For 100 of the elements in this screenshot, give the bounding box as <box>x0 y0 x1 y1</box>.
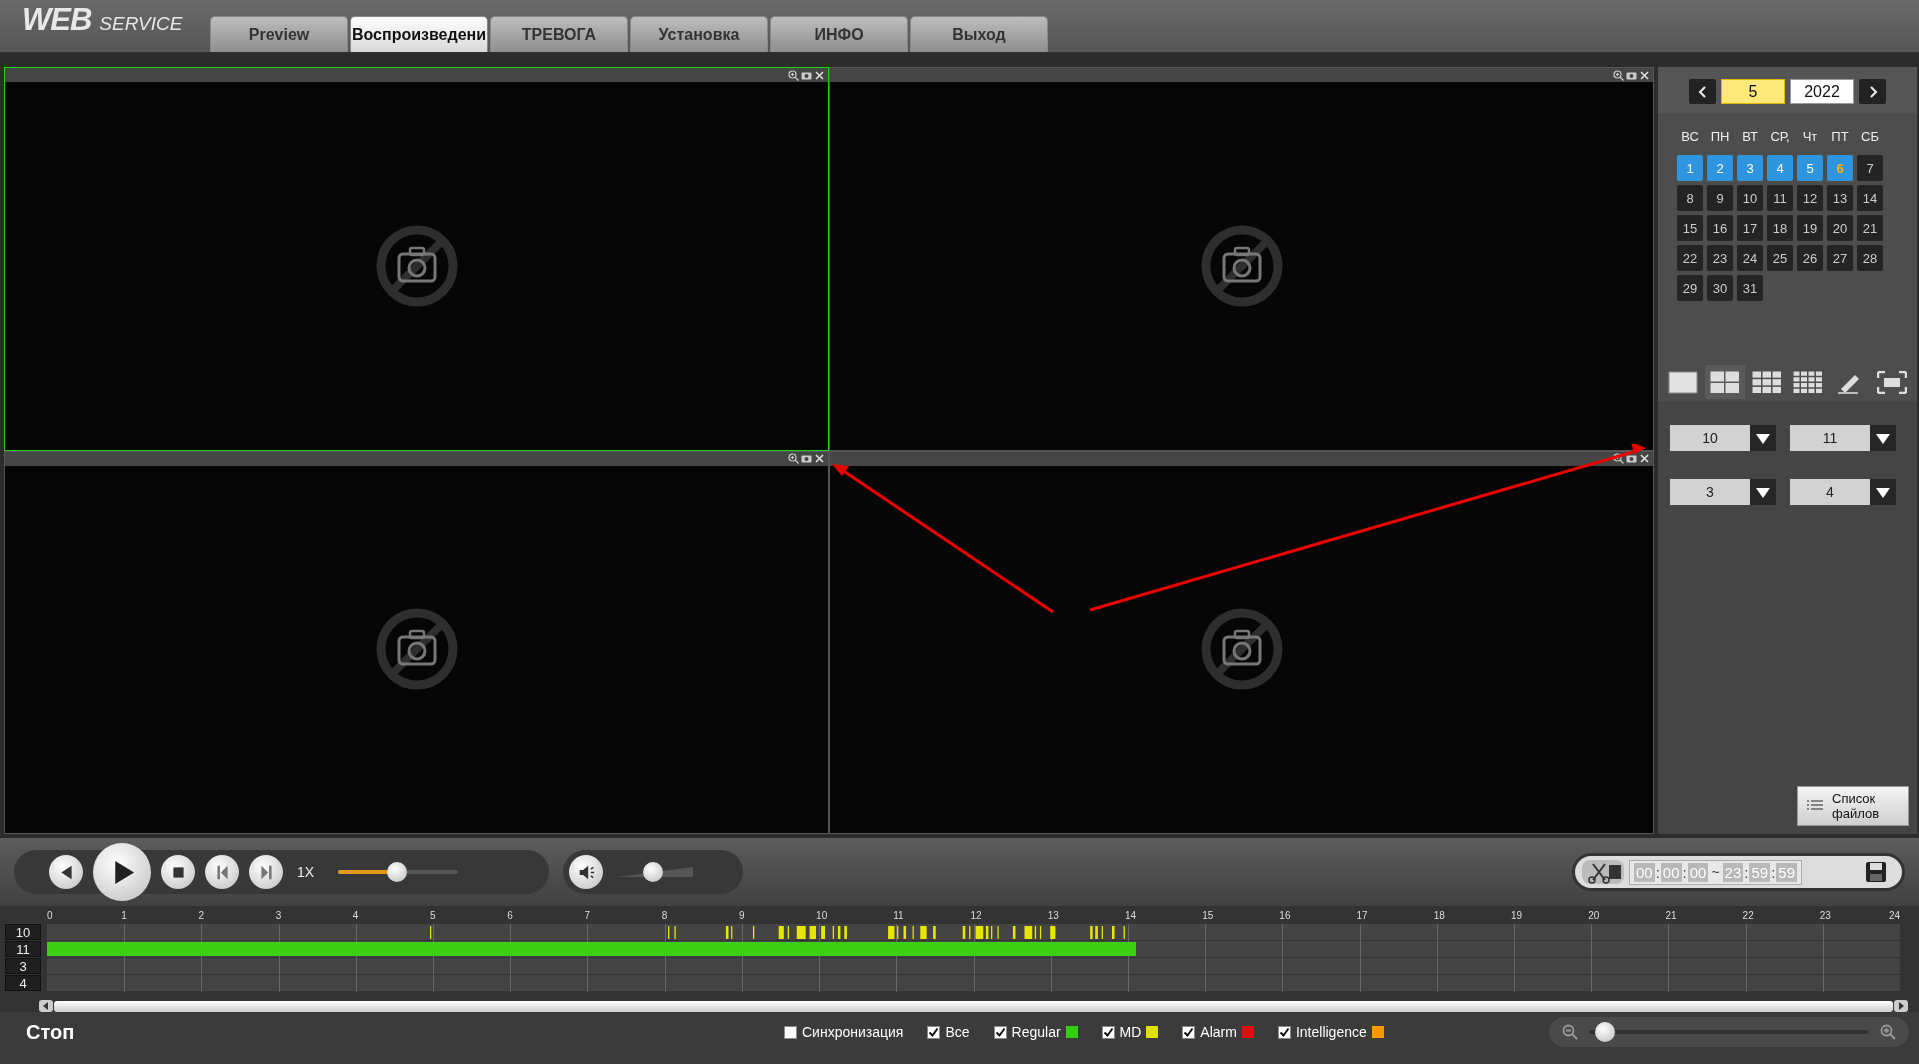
caret-icon <box>1870 479 1896 505</box>
checkbox[interactable] <box>1101 1025 1115 1039</box>
nav-tab[interactable]: Установка <box>630 16 768 52</box>
calendar-day[interactable]: 26 <box>1797 245 1823 271</box>
next-frame-button[interactable] <box>249 855 283 889</box>
zoom-out-icon[interactable] <box>1561 1023 1579 1041</box>
hour-label: 20 <box>1588 910 1600 922</box>
close-icon[interactable] <box>1639 69 1650 81</box>
nav-tab[interactable]: ТРЕВОГА <box>490 16 628 52</box>
hour-label: 10 <box>816 910 828 922</box>
calendar-day[interactable]: 19 <box>1797 215 1823 241</box>
calendar-day[interactable]: 29 <box>1677 275 1703 301</box>
nav-tab[interactable]: ИНФО <box>770 16 908 52</box>
calendar-day[interactable]: 23 <box>1707 245 1733 271</box>
timeline-track[interactable] <box>47 975 1900 991</box>
mute-button[interactable] <box>569 855 603 889</box>
month-field[interactable]: 5 <box>1721 79 1785 104</box>
previous-frame-button[interactable] <box>205 855 239 889</box>
timeline-track[interactable] <box>47 958 1900 974</box>
camera-icon[interactable] <box>1626 453 1637 464</box>
close-icon[interactable] <box>814 453 825 464</box>
hour-label: 3 <box>275 910 282 922</box>
checkbox[interactable] <box>784 1025 797 1039</box>
video-tile[interactable] <box>829 450 1654 834</box>
calendar-day[interactable]: 12 <box>1797 185 1823 211</box>
scroll-right-icon[interactable] <box>1893 998 1909 1014</box>
calendar-day[interactable]: 27 <box>1827 245 1853 271</box>
channel-dropdown[interactable]: 3 <box>1670 479 1776 505</box>
calendar-day[interactable]: 17 <box>1737 215 1763 241</box>
camera-icon[interactable] <box>801 453 812 464</box>
calendar-day[interactable]: 14 <box>1857 185 1883 211</box>
channel-dropdown[interactable]: 4 <box>1790 479 1896 505</box>
calendar-day[interactable]: 10 <box>1737 185 1763 211</box>
year-field[interactable]: 2022 <box>1790 79 1854 104</box>
calendar-day[interactable]: 11 <box>1767 185 1793 211</box>
play-button[interactable] <box>93 843 151 901</box>
close-icon[interactable] <box>814 69 825 81</box>
calendar-day[interactable]: 7 <box>1857 155 1883 181</box>
video-tile[interactable] <box>4 450 829 834</box>
checkmark-icon <box>1183 1026 1195 1038</box>
zoom-in-icon[interactable] <box>1613 453 1624 464</box>
video-tile[interactable] <box>4 67 829 451</box>
scrollbar-thumb[interactable] <box>54 1000 1893 1012</box>
file-list-button[interactable]: Список файлов <box>1797 786 1909 826</box>
timeline-track[interactable] <box>47 941 1900 957</box>
scissors-icon[interactable] <box>1581 859 1625 885</box>
calendar-day[interactable]: 28 <box>1857 245 1883 271</box>
time-separator: : <box>1771 863 1776 881</box>
scroll-left-icon[interactable] <box>38 998 54 1014</box>
channel-dropdown[interactable]: 11 <box>1790 425 1896 451</box>
previous-month-button[interactable] <box>1689 79 1716 104</box>
clip-time-range-field[interactable]: 00 : 00 : 00 ~ 23 : 59 : 59 <box>1629 859 1802 885</box>
layout-button[interactable] <box>1704 365 1745 399</box>
calendar-day[interactable]: 22 <box>1677 245 1703 271</box>
checkbox[interactable] <box>1182 1025 1196 1039</box>
calendar-day[interactable]: 24 <box>1737 245 1763 271</box>
filter-label: Intelligence <box>1295 1024 1367 1040</box>
checkbox[interactable] <box>927 1025 941 1039</box>
no-camera-icon <box>1199 223 1284 308</box>
checkbox[interactable] <box>993 1025 1007 1039</box>
calendar-day[interactable]: 30 <box>1707 275 1733 301</box>
weekday-label: ВТ <box>1741 128 1759 146</box>
speed-slider[interactable] <box>338 862 459 882</box>
reverse-play-button[interactable] <box>49 855 83 889</box>
hour-label: 13 <box>1047 910 1059 922</box>
calendar-day[interactable]: 13 <box>1827 185 1853 211</box>
calendar-day[interactable]: 21 <box>1857 215 1883 241</box>
zoom-in-icon[interactable] <box>1879 1023 1897 1041</box>
status-text: Стоп <box>26 1020 76 1044</box>
next-month-button[interactable] <box>1859 79 1886 104</box>
video-tile[interactable] <box>829 67 1654 451</box>
close-icon[interactable] <box>1639 453 1650 464</box>
zoom-in-icon[interactable] <box>788 69 799 81</box>
calendar-day[interactable]: 8 <box>1677 185 1703 211</box>
calendar-day[interactable]: 16 <box>1707 215 1733 241</box>
hour-label: 8 <box>661 910 668 922</box>
no-camera-icon <box>374 223 459 308</box>
hour-label: 2 <box>198 910 204 922</box>
channel-dropdown[interactable]: 10 <box>1670 425 1776 451</box>
hour-label: 17 <box>1356 910 1368 922</box>
checkbox[interactable] <box>1277 1025 1291 1039</box>
hour-label: 18 <box>1433 910 1445 922</box>
nav-tab[interactable]: Выход <box>910 16 1048 52</box>
calendar-day[interactable]: 31 <box>1737 275 1763 301</box>
zoom-in-icon[interactable] <box>788 453 799 464</box>
zoom-slider[interactable] <box>1589 1022 1869 1042</box>
hour-label: 4 <box>352 910 359 922</box>
nav-tab[interactable]: Preview <box>210 16 348 52</box>
calendar-day[interactable]: 20 <box>1827 215 1853 241</box>
weekday-label: ПТ <box>1830 128 1850 146</box>
hour-label: 24 <box>1888 910 1900 922</box>
calendar-day[interactable]: 9 <box>1707 185 1733 211</box>
timeline-track[interactable] <box>47 924 1900 940</box>
calendar-day[interactable]: 15 <box>1677 215 1703 241</box>
chevron-right-icon <box>1867 85 1878 98</box>
nav-tab[interactable]: Воспроизведени <box>350 16 488 52</box>
calendar-day[interactable]: 25 <box>1767 245 1793 271</box>
calendar-day[interactable]: 18 <box>1767 215 1793 241</box>
zoom-in-icon[interactable] <box>1613 69 1624 81</box>
stop-button[interactable] <box>161 855 195 889</box>
